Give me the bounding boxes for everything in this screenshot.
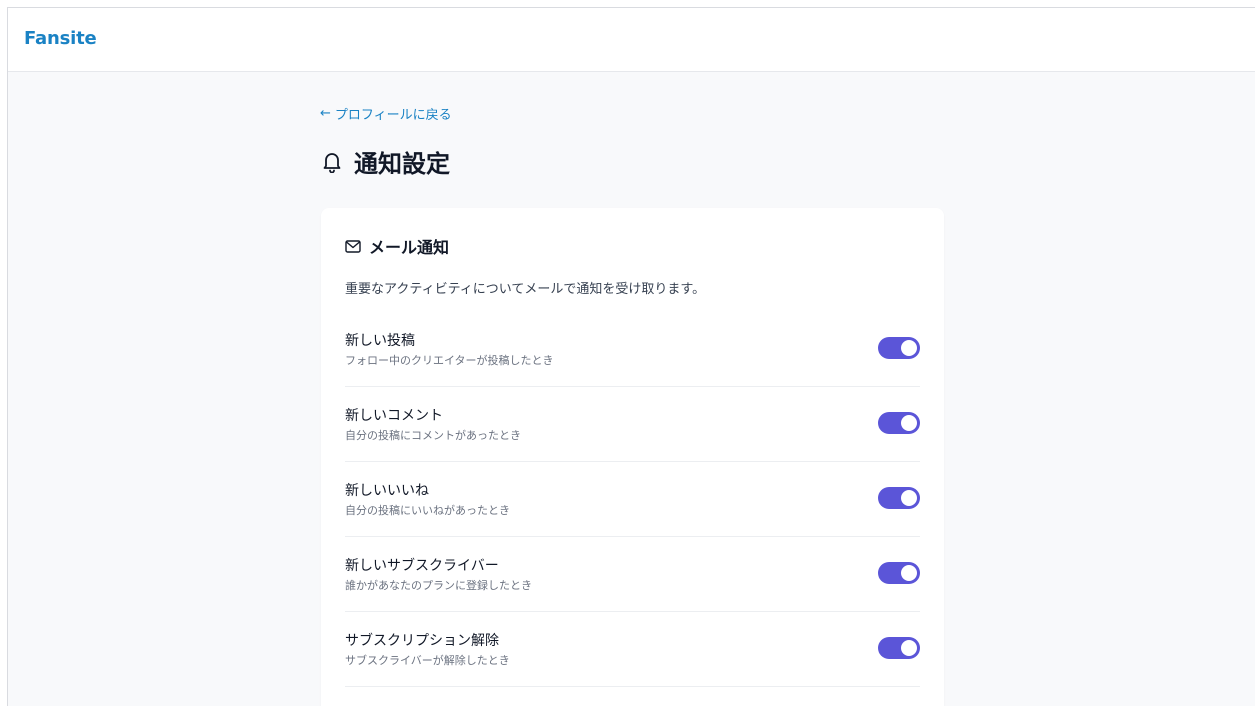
new-subscriber-toggle[interactable] (878, 562, 920, 584)
notification-list: 新しい投稿 フォロー中のクリエイターが投稿したとき 新しいコメント 自分の投稿に… (345, 312, 920, 687)
toggle-knob (901, 415, 917, 431)
page-title: 通知設定 (354, 150, 450, 178)
row-label: 新しい投稿 (345, 333, 415, 349)
mail-icon (345, 239, 361, 253)
row-label: 新しいサブスクライバー (345, 558, 499, 574)
notification-row-new-like: 新しいいいね 自分の投稿にいいねがあったとき (345, 462, 920, 537)
notification-row-new-post: 新しい投稿 フォロー中のクリエイターが投稿したとき (345, 312, 920, 387)
site-logo[interactable]: Fansite (24, 28, 97, 49)
row-label: 新しいコメント (345, 408, 443, 424)
row-description: 自分の投稿にいいねがあったとき (345, 504, 510, 517)
toggle-knob (901, 340, 917, 356)
arrow-left-icon: ← (320, 106, 331, 121)
toggle-knob (901, 640, 917, 656)
new-post-toggle[interactable] (878, 337, 920, 359)
bell-icon (323, 152, 341, 173)
top-nav-bar: Fansite (8, 8, 1255, 72)
card-title: メール通知 (369, 238, 450, 257)
row-description: 誰かがあなたのプランに登録したとき (345, 579, 532, 592)
row-label: 新しいいいね (345, 483, 429, 499)
row-label: サブスクリプション解除 (345, 633, 499, 649)
notification-row-new-subscriber: 新しいサブスクライバー 誰かがあなたのプランに登録したとき (345, 537, 920, 612)
back-to-profile-link[interactable]: ← プロフィールに戻る (320, 104, 452, 123)
unsubscribe-toggle[interactable] (878, 637, 920, 659)
toggle-knob (901, 490, 917, 506)
notification-row-new-comment: 新しいコメント 自分の投稿にコメントがあったとき (345, 387, 920, 462)
toggle-knob (901, 565, 917, 581)
back-link-label: プロフィールに戻る (334, 108, 452, 123)
notification-row-unsubscribe: サブスクリプション解除 サブスクライバーが解除したとき (345, 612, 920, 687)
row-description: フォロー中のクリエイターが投稿したとき (345, 354, 554, 367)
email-notification-card: メール通知 重要なアクティビティについてメールで通知を受け取ります。 新しい投稿… (321, 208, 944, 706)
card-header: メール通知 (345, 234, 449, 258)
new-like-toggle[interactable] (878, 487, 920, 509)
page-title-row: 通知設定 (322, 144, 450, 179)
new-comment-toggle[interactable] (878, 412, 920, 434)
app-window: Fansite ← プロフィールに戻る 通知設定 メール通知 重要なアクティビテ… (7, 7, 1255, 706)
card-description: 重要なアクティビティについてメールで通知を受け取ります。 (345, 282, 706, 297)
row-description: 自分の投稿にコメントがあったとき (345, 429, 521, 442)
row-description: サブスクライバーが解除したとき (345, 654, 510, 667)
